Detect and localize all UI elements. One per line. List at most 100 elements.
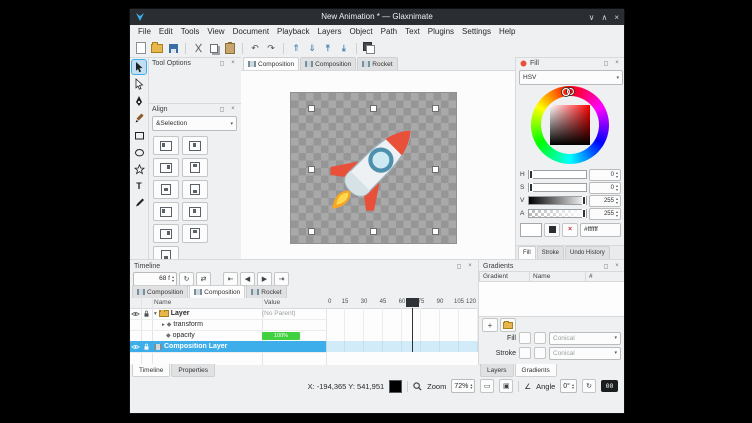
float-panel-icon[interactable]: ◻ [218,60,226,67]
color-mode-select[interactable]: HSV ▾ [519,70,623,85]
timeline-tab-composition-2[interactable]: Composition [189,285,245,298]
hex-color-input[interactable]: #ffffff [580,223,621,237]
fill-titlebar[interactable]: Fill ◻ × [516,57,625,69]
slider-handle[interactable] [529,170,533,179]
viewport[interactable] [241,70,515,259]
fill-radial-toggle[interactable] [534,332,546,344]
gradients-list[interactable] [479,282,625,317]
align-top-button[interactable] [182,158,208,177]
menu-layers[interactable]: Layers [314,25,346,39]
slider-handle[interactable] [582,196,586,205]
secondary-color-button[interactable] [544,223,560,237]
fill-stroke-indicator[interactable] [362,41,376,55]
close-panel-icon[interactable]: × [229,60,237,66]
frame-spinbox[interactable]: 68 f▴▾ [133,272,177,286]
ellipse-tool[interactable] [132,145,146,159]
save-button[interactable] [166,41,180,55]
copy-button[interactable] [207,41,221,55]
zoom-spinbox[interactable]: 72%▴▾ [451,379,475,393]
close-panel-icon[interactable]: × [229,106,237,112]
lower-layer-button[interactable]: ⇓ [305,41,319,55]
selection-handle-e[interactable] [432,166,439,173]
spin-down-icon[interactable]: ▾ [616,188,618,192]
close-panel-icon[interactable]: × [613,263,621,269]
selection-handle-s[interactable] [370,228,377,235]
menu-plugins[interactable]: Plugins [424,25,458,39]
ping-pong-button[interactable]: ⇄ [196,272,211,286]
fill-linear-toggle[interactable] [519,332,531,344]
text-tool[interactable]: T [132,179,146,193]
saturation-slider[interactable] [528,183,587,192]
menu-path[interactable]: Path [377,25,401,39]
selection-handle-nw[interactable] [308,105,315,112]
stroke-radial-toggle[interactable] [534,347,546,359]
align-center-button[interactable] [182,202,208,221]
playhead-marker[interactable] [406,298,419,307]
minimize-button[interactable]: ∨ [589,13,595,22]
open-file-button[interactable] [150,41,164,55]
stroke-gradient-type-select[interactable]: Conical▾ [549,347,621,360]
align-bottom-button[interactable] [182,180,208,199]
float-panel-icon[interactable]: ◻ [218,106,226,113]
menu-file[interactable]: File [134,25,155,39]
close-panel-icon[interactable]: × [613,60,621,66]
align-hcenter-button[interactable] [182,136,208,155]
zoom-fit-button[interactable]: ▭ [480,379,494,393]
undo-button[interactable]: ↶ [248,41,262,55]
float-panel-icon[interactable]: ◻ [602,263,610,270]
zoom-actual-size-button[interactable]: ▣ [499,379,513,393]
spin-down-icon[interactable]: ▾ [470,386,472,390]
paste-button[interactable] [223,41,237,55]
lock-toggle[interactable] [141,310,152,318]
menu-edit[interactable]: Edit [155,25,177,39]
redo-button[interactable]: ↷ [264,41,278,55]
a-spinbox[interactable]: 255▴▾ [589,208,621,220]
menu-help[interactable]: Help [495,25,519,39]
align-right-button[interactable] [153,158,179,177]
draw-freehand-tool[interactable] [132,111,146,125]
expand-icon[interactable]: ▾ [154,311,157,317]
close-panel-icon[interactable]: × [466,263,474,269]
menu-view[interactable]: View [203,25,228,39]
spin-down-icon[interactable]: ▾ [172,279,174,283]
timeline-tab-rocket[interactable]: Rocket [246,285,286,298]
bezier-pen-tool[interactable] [132,94,146,108]
star-tool[interactable] [132,162,146,176]
float-panel-icon[interactable]: ◻ [455,263,463,270]
reset-view-button[interactable]: ↻ [582,379,596,393]
align-target-select[interactable]: &Selection ▾ [152,116,237,131]
cut-button[interactable] [191,41,205,55]
selection-handle-ne[interactable] [432,105,439,112]
fill-gradient-type-select[interactable]: Conical▾ [549,332,621,345]
selection-handle-sw[interactable] [308,228,315,235]
visibility-toggle[interactable] [130,311,141,317]
canvas-tab-rocket[interactable]: Rocket [357,57,397,70]
float-panel-icon[interactable]: ◻ [602,60,610,67]
menu-tools[interactable]: Tools [177,25,204,39]
tab-fill[interactable]: Fill [518,246,536,259]
composition-layer-row[interactable]: Composition Layer [130,341,326,353]
rectangle-tool[interactable] [132,128,146,142]
selection-handle-n[interactable] [370,105,377,112]
visibility-toggle[interactable] [130,344,141,350]
color-picker-tool[interactable] [132,196,146,210]
align-left-button[interactable] [153,136,179,155]
menu-object[interactable]: Object [346,25,377,39]
sv-cursor[interactable] [562,88,570,96]
tool-options-titlebar[interactable]: Tool Options ◻ × [148,57,241,69]
play-button[interactable]: ▶ [257,272,272,286]
s-spinbox[interactable]: 0▴▾ [589,182,621,194]
align-vcenter-button[interactable] [153,180,179,199]
selection-handle-w[interactable] [308,166,315,173]
spin-down-icon[interactable]: ▾ [616,214,618,218]
v-spinbox[interactable]: 255▴▾ [589,195,621,207]
title-bar[interactable]: New Animation * — Glaxnimate ∨ ∧ × [130,9,624,25]
edit-nodes-tool[interactable] [132,77,146,91]
add-gradient-button[interactable]: + [482,318,498,332]
raise-layer-button[interactable]: ⇑ [289,41,303,55]
gradient-presets-button[interactable] [500,318,516,332]
move-to-bottom-button[interactable]: ⇥ [337,41,351,55]
align-outside-right-button[interactable] [153,224,179,243]
canvas-tab-composition-2[interactable]: Composition [300,57,356,70]
current-color-swatch[interactable] [520,223,542,237]
